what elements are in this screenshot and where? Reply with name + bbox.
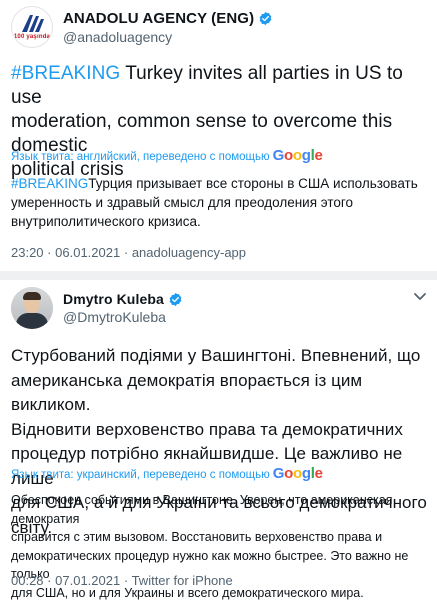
avatar[interactable]: 100 yaşında [11, 6, 53, 48]
tweet-meta: 00:28 · 07.01.2021 · Twitter for iPhone [11, 573, 233, 588]
handle[interactable]: @DmytroKuleba [63, 309, 183, 325]
tweet-header: Dmytro Kuleba @DmytroKuleba [11, 287, 183, 329]
tweet-anadolu: 100 yaşında ANADOLU AGENCY (ENG) @anadol… [0, 0, 437, 272]
tweet-separator [0, 271, 437, 280]
tweet-meta: 23:20 · 06.01.2021 · anadoluagency-app [11, 245, 247, 260]
hashtag-link[interactable]: #BREAKING [11, 63, 120, 84]
google-logo: Google [272, 465, 323, 482]
user-names: Dmytro Kuleba @DmytroKuleba [63, 291, 183, 325]
translation-hashtag-link[interactable]: #BREAKING [11, 176, 88, 191]
avatar[interactable] [11, 287, 53, 329]
tweet-date[interactable]: 06.01.2021 [55, 245, 120, 260]
chevron-down-icon[interactable] [413, 292, 427, 302]
tweet-source[interactable]: Twitter for iPhone [132, 573, 233, 588]
translation-attribution[interactable]: Язык твита: английский, переведено с пом… [11, 148, 323, 163]
display-name[interactable]: ANADOLU AGENCY (ENG) [63, 10, 254, 27]
tweet-date[interactable]: 07.01.2021 [55, 573, 120, 588]
tweet-text: #BREAKING Turkey invites all parties in … [11, 63, 403, 180]
tweet-header: 100 yaşında ANADOLU AGENCY (ENG) @anadol… [11, 6, 273, 48]
logo-subtext: 100 yaşında [13, 34, 51, 40]
display-name[interactable]: Dmytro Kuleba [63, 291, 164, 307]
tweet-kuleba: Dmytro Kuleba @DmytroKuleba Стурбований … [0, 280, 437, 600]
translation-language-label[interactable]: Язык твита: английский, переведено с пом… [11, 151, 270, 163]
translation-language-label[interactable]: Язык твита: украинский, переведено с пом… [11, 469, 270, 481]
translation-attribution[interactable]: Язык твита: украинский, переведено с пом… [11, 466, 323, 481]
translated-text: #BREAKINGТурция призывает все стороны в … [11, 176, 418, 229]
tweet-source[interactable]: anadoluagency-app [132, 245, 246, 260]
anadolu-logo-icon [22, 15, 44, 32]
handle[interactable]: @anadoluagency [63, 29, 273, 45]
verified-badge-icon [169, 292, 182, 306]
google-logo: Google [272, 147, 323, 164]
user-names: ANADOLU AGENCY (ENG) @anadoluagency [63, 10, 273, 45]
tweet-time[interactable]: 00:28 [11, 573, 44, 588]
verified-badge-icon [259, 11, 272, 25]
tweet-time[interactable]: 23:20 [11, 245, 44, 260]
